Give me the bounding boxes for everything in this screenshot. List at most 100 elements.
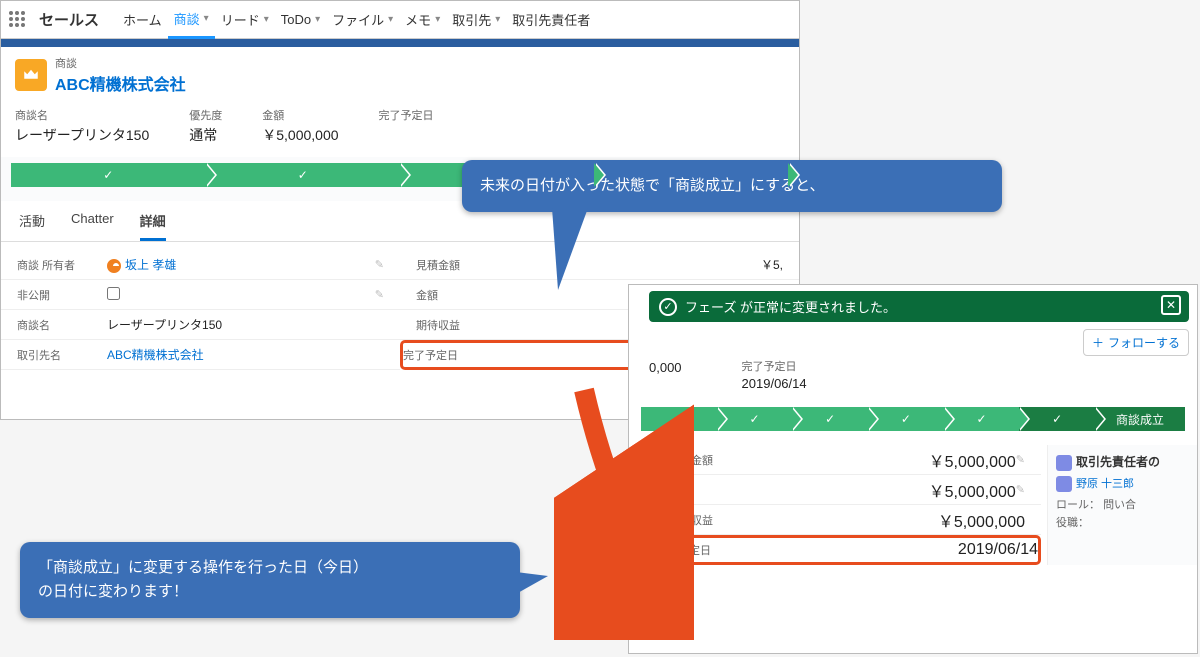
check-icon: ✓ <box>901 412 911 426</box>
tab-detail[interactable]: 詳細 <box>140 211 166 241</box>
detail-label: 商談 所有者 <box>17 257 107 273</box>
stage-step[interactable]: ✓ <box>11 163 206 187</box>
detail-row: 見積金額 ￥5,000,000 ✎ <box>653 445 1041 475</box>
chevron-down-icon: ▾ <box>315 14 320 25</box>
edit-icon[interactable]: ✎ <box>375 258 384 271</box>
field-label: 完了予定日 <box>379 107 434 123</box>
detail-label: 完了予定日 <box>403 347 493 363</box>
account-link[interactable]: ABC精機株式会社 <box>107 346 384 363</box>
detail-label: 額 <box>669 482 759 498</box>
related-contacts: 取引先責任者の 野原 十三郎 ロール： 問い合 役職： <box>1047 445 1197 565</box>
app-name: セールス <box>39 9 99 30</box>
detail-value: レーザープリンタ150 <box>107 316 384 333</box>
panel-after: ✓ フェーズ が正常に変更されました。 ✕ ＋フォローする 0,000 完了予定… <box>628 284 1198 654</box>
field-label: 商談名 <box>15 107 149 123</box>
detail-label: 見積金額 <box>669 452 759 468</box>
record-title[interactable]: ABC精機株式会社 <box>55 71 186 95</box>
check-icon: ✓ <box>103 168 113 182</box>
chevron-down-icon: ▾ <box>204 13 209 24</box>
kv-value: 問い合 <box>1103 499 1136 511</box>
stage-final-label[interactable]: 商談成立 <box>1095 407 1185 431</box>
detail-row: 商談 所有者 坂上 孝雄 ✎ <box>1 250 400 280</box>
brand-bar <box>1 39 799 47</box>
nav-todo[interactable]: ToDo▾ <box>275 1 326 39</box>
nav-opportunity[interactable]: 商談▾ <box>168 1 215 39</box>
detail-label: 取引先名 <box>17 347 107 363</box>
nav-lead[interactable]: リード▾ <box>215 1 275 39</box>
field-value: ￥5,000,000 <box>262 125 338 145</box>
private-checkbox[interactable] <box>107 287 120 300</box>
field-value: 2019/06/14 <box>742 376 807 391</box>
detail-label: 見積金額 <box>416 257 506 273</box>
chevron-down-icon: ▾ <box>264 14 269 25</box>
detail-label: 非公開 <box>17 287 107 303</box>
success-check-icon: ✓ <box>659 298 677 316</box>
detail-label: 金額 <box>416 287 506 303</box>
field-label: 優先度 <box>189 107 222 123</box>
entity-label: 商談 <box>55 55 186 71</box>
opportunity-icon <box>15 59 47 91</box>
close-date-highlight: 完了予定日 2019/06/14 <box>653 535 1041 565</box>
close-icon[interactable]: ✕ <box>1161 295 1181 315</box>
field-value: 通常 <box>189 125 222 145</box>
check-icon: ✓ <box>976 412 986 426</box>
field-value: 0,000 <box>649 360 682 375</box>
toast-message: フェーズ が正常に変更されました。 <box>685 297 896 316</box>
kv-label: ロール： <box>1056 499 1100 511</box>
edit-icon[interactable]: ✎ <box>1016 483 1025 496</box>
detail-row: 期待収益 ￥5,000,000 <box>653 505 1041 535</box>
field-label: 完了予定日 <box>742 358 807 374</box>
stage-step[interactable]: ✓ <box>641 407 717 431</box>
check-icon: ✓ <box>1052 412 1062 426</box>
stage-path: ✓ ✓ ✓ ✓ ✓ ✓ 商談成立 <box>629 397 1197 445</box>
close-date-after: 2019/06/14 <box>746 541 1038 559</box>
app-launcher-icon[interactable] <box>9 11 27 29</box>
field-label: 金額 <box>262 107 338 123</box>
chevron-down-icon: ▾ <box>435 14 440 25</box>
detail-row: 見積金額 ￥5, <box>400 250 799 280</box>
detail-label: 商談名 <box>17 317 107 333</box>
detail-label: 完了予定日 <box>656 542 746 558</box>
detail-row: 商談名 レーザープリンタ150 <box>1 310 400 340</box>
contact-link[interactable]: 野原 十三郎 <box>1076 478 1134 490</box>
chevron-down-icon: ▾ <box>495 14 500 25</box>
chevron-down-icon: ▾ <box>388 14 393 25</box>
detail-value: ￥5, <box>506 256 783 273</box>
edit-icon[interactable]: ✎ <box>1016 453 1025 466</box>
kv-label: 役職： <box>1056 517 1089 529</box>
nav-home[interactable]: ホーム <box>117 1 168 39</box>
follow-button[interactable]: ＋フォローする <box>1083 329 1189 356</box>
success-toast: ✓ フェーズ が正常に変更されました。 ✕ <box>649 291 1189 322</box>
check-icon: ✓ <box>749 412 759 426</box>
record-header: 商談 ABC精機株式会社 <box>1 47 799 103</box>
avatar-icon <box>107 259 121 273</box>
annotation-callout: 未来の日付が入った状態で「商談成立」にすると、 <box>462 160 1002 212</box>
tab-activity[interactable]: 活動 <box>19 211 45 241</box>
stage-step[interactable]: ✓ <box>792 407 868 431</box>
stage-step[interactable]: ✓ <box>206 163 401 187</box>
nav-contact[interactable]: 取引先責任者 <box>506 1 596 39</box>
detail-row: 額 ￥5,000,000 ✎ <box>653 475 1041 505</box>
detail-label: 期待収益 <box>669 512 759 528</box>
detail-value: ￥5,000,000 <box>759 448 1016 472</box>
detail-label: 期待収益 <box>416 317 506 333</box>
nav-account[interactable]: 取引先▾ <box>446 1 506 39</box>
nav-memo[interactable]: メモ▾ <box>399 1 446 39</box>
highlight-fields: 商談名レーザープリンタ150 優先度通常 金額 ￥5,000,000 完了予定日 <box>1 103 799 157</box>
tab-chatter[interactable]: Chatter <box>71 211 114 241</box>
owner-link[interactable]: 坂上 孝雄 <box>107 256 375 273</box>
card-title: 取引先責任者の <box>1076 455 1160 469</box>
detail-value: ￥5,000,000 <box>759 478 1016 502</box>
stage-step[interactable]: ✓ <box>944 407 1020 431</box>
stage-step[interactable]: ✓ <box>868 407 944 431</box>
contact-icon <box>1056 455 1072 471</box>
field-value: レーザープリンタ150 <box>15 125 149 145</box>
edit-icon[interactable]: ✎ <box>375 288 384 301</box>
nav-file[interactable]: ファイル▾ <box>326 1 399 39</box>
stage-step[interactable]: ✓ <box>1019 407 1095 431</box>
stage-step[interactable]: ✓ <box>717 407 793 431</box>
annotation-callout: 「商談成立」に変更する操作を行った日（今日） の日付に変わります！ <box>20 542 520 618</box>
check-icon: ✓ <box>674 412 684 426</box>
detail-value: ￥5,000,000 <box>759 508 1025 532</box>
top-nav: セールス ホーム 商談▾ リード▾ ToDo▾ ファイル▾ メモ▾ 取引先▾ 取… <box>1 1 799 39</box>
